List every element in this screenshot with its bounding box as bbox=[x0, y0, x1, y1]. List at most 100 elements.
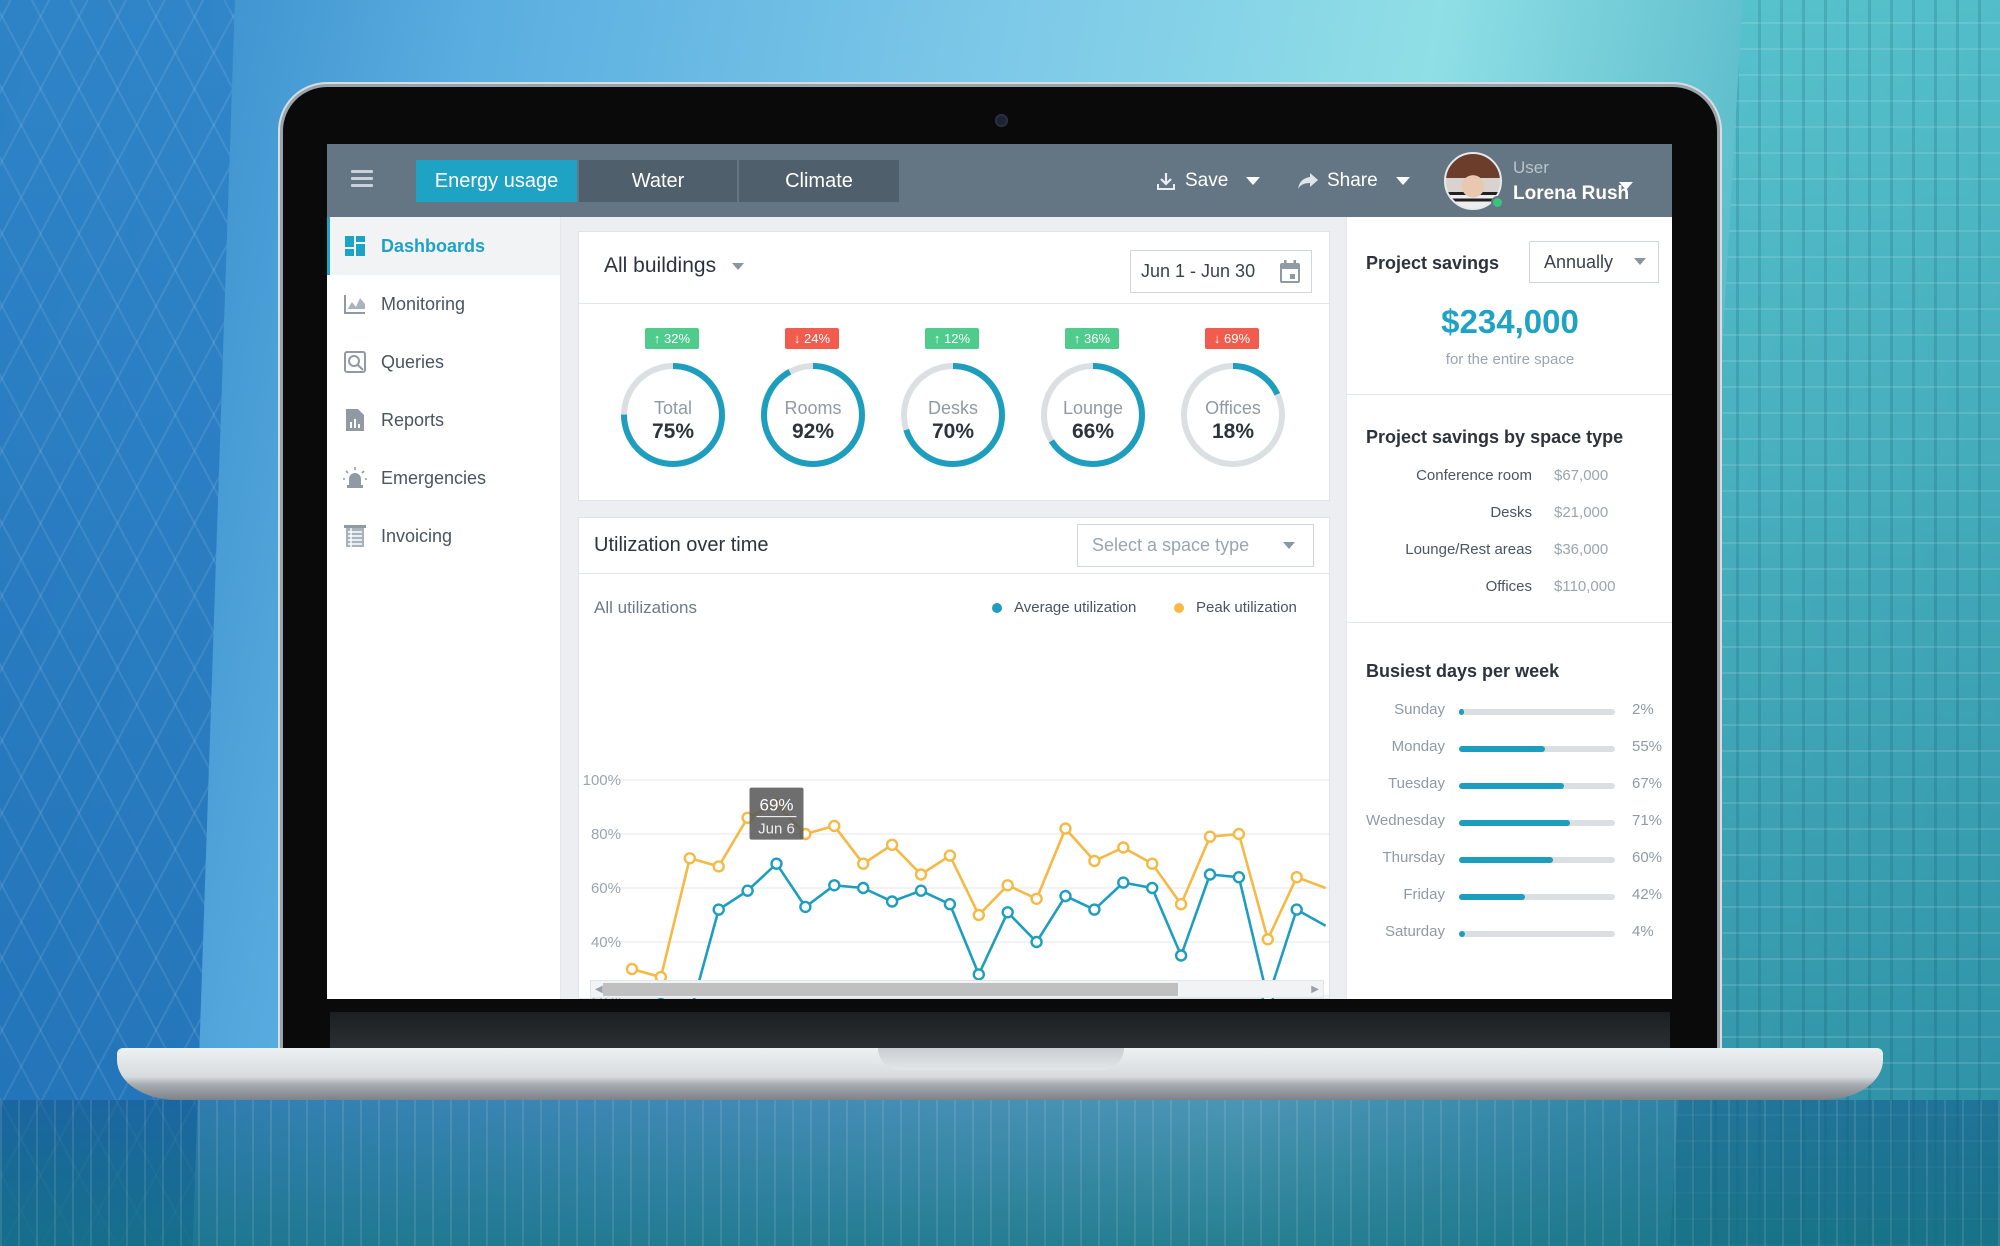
data-point[interactable] bbox=[943, 898, 957, 911]
data-point[interactable] bbox=[972, 968, 985, 981]
gauge-rooms[interactable]: ↓ 24% Rooms 92% bbox=[755, 304, 875, 502]
data-point[interactable] bbox=[712, 860, 725, 873]
data-point[interactable] bbox=[799, 900, 812, 914]
gauge-value: 66% bbox=[1071, 420, 1115, 443]
data-point[interactable] bbox=[1088, 903, 1101, 916]
data-point[interactable] bbox=[1030, 935, 1043, 949]
data-point[interactable] bbox=[1261, 933, 1274, 946]
data-point[interactable] bbox=[1174, 949, 1188, 962]
data-point[interactable] bbox=[1203, 868, 1217, 881]
tab-water[interactable]: Water bbox=[579, 160, 737, 202]
legend-peak[interactable]: Peak utilization bbox=[1174, 599, 1297, 616]
data-point[interactable] bbox=[914, 868, 928, 881]
chart-horizontal-scrollbar[interactable]: ◀ ▶ bbox=[590, 980, 1324, 998]
day-row-saturday: Saturday 4% bbox=[1347, 923, 1672, 945]
data-point[interactable] bbox=[857, 857, 870, 870]
sidebar-item-reports[interactable]: Reports bbox=[327, 391, 560, 449]
sidebar-item-monitoring[interactable]: Monitoring bbox=[327, 275, 560, 333]
data-point[interactable] bbox=[1174, 898, 1188, 911]
data-point[interactable] bbox=[1232, 827, 1246, 841]
sidebar-item-dashboards[interactable]: Dashboards bbox=[327, 217, 560, 275]
savings-type-value: $67,000 bbox=[1554, 467, 1609, 484]
data-point[interactable] bbox=[741, 884, 754, 897]
chevron-down-icon bbox=[1634, 258, 1646, 265]
data-point[interactable] bbox=[1117, 841, 1130, 854]
calendar-icon[interactable] bbox=[1279, 260, 1301, 284]
data-point[interactable] bbox=[1146, 857, 1159, 870]
overview-card: All buildings Jun 1 - Jun 30 ↑ 32% Total 7… bbox=[578, 231, 1330, 501]
data-point[interactable] bbox=[683, 852, 697, 865]
sidebar-item-label: Dashboards bbox=[381, 235, 486, 256]
day-bar-track bbox=[1459, 857, 1615, 863]
hamburger-icon[interactable] bbox=[351, 170, 373, 188]
sidebar-item-label: Emergencies bbox=[381, 467, 487, 488]
gauge-desks[interactable]: ↑ 12% Desks 70% bbox=[895, 304, 1015, 502]
scroll-thumb[interactable] bbox=[603, 983, 1179, 996]
data-point[interactable] bbox=[1030, 892, 1043, 905]
data-point[interactable] bbox=[1088, 854, 1101, 868]
y-tick-label: 100% bbox=[583, 772, 621, 789]
legend-average[interactable]: Average utilization bbox=[992, 599, 1136, 616]
period-select[interactable]: Annually bbox=[1529, 241, 1659, 283]
day-bar-fill bbox=[1459, 783, 1564, 789]
data-point[interactable] bbox=[943, 849, 957, 862]
data-point[interactable] bbox=[1146, 881, 1159, 895]
data-point[interactable] bbox=[1203, 830, 1217, 843]
gauge-value: 70% bbox=[931, 420, 975, 443]
day-bar-track bbox=[1459, 894, 1615, 900]
data-point[interactable] bbox=[1290, 871, 1303, 884]
day-value: 2% bbox=[1632, 701, 1654, 718]
save-button[interactable]: Save bbox=[1155, 166, 1261, 196]
data-point[interactable] bbox=[770, 857, 783, 870]
data-point[interactable] bbox=[1001, 879, 1014, 892]
building-select-value: All buildings bbox=[604, 254, 717, 277]
camera-icon bbox=[995, 114, 1008, 127]
gauge-lounge[interactable]: ↑ 36% Lounge 66% bbox=[1035, 304, 1155, 502]
background-reflection bbox=[0, 1100, 2000, 1246]
data-point[interactable] bbox=[1059, 822, 1072, 835]
day-label: Wednesday bbox=[1366, 812, 1445, 829]
data-point[interactable] bbox=[972, 908, 985, 922]
data-point[interactable] bbox=[914, 884, 928, 897]
data-point[interactable] bbox=[828, 819, 841, 833]
data-point[interactable] bbox=[828, 879, 841, 892]
user-menu-toggle[interactable] bbox=[1619, 177, 1633, 195]
space-type-select[interactable]: Select a space type bbox=[1077, 524, 1314, 567]
gauge-offices[interactable]: ↓ 69% Offices 18% bbox=[1175, 304, 1295, 502]
search-box-icon bbox=[343, 350, 367, 374]
utilization-chart: 20%40%60%80%100%June01020304050607080910… bbox=[583, 772, 1329, 999]
day-row-monday: Monday 55% bbox=[1347, 738, 1672, 760]
scroll-right-arrow-icon[interactable]: ▶ bbox=[1311, 984, 1319, 995]
savings-type-value: $110,000 bbox=[1554, 578, 1616, 595]
tab-energy-usage[interactable]: Energy usage bbox=[416, 160, 577, 202]
date-range-picker[interactable]: Jun 1 - Jun 30 bbox=[1130, 250, 1312, 293]
data-point[interactable] bbox=[712, 903, 725, 916]
scroll-left-arrow-icon[interactable]: ◀ bbox=[595, 984, 603, 995]
save-label: Save bbox=[1185, 170, 1229, 191]
busiest-days-title: Busiest days per week bbox=[1366, 661, 1560, 681]
day-bar-track bbox=[1459, 820, 1615, 826]
data-point[interactable] bbox=[1117, 876, 1130, 889]
data-point[interactable] bbox=[625, 962, 639, 976]
sidebar-item-invoicing[interactable]: Invoicing bbox=[327, 507, 560, 565]
data-point[interactable] bbox=[1232, 871, 1246, 884]
data-point[interactable] bbox=[1059, 889, 1072, 903]
building-select[interactable]: All buildings bbox=[604, 254, 745, 278]
sidebar-item-emergencies[interactable]: Emergencies bbox=[327, 449, 560, 507]
data-point[interactable] bbox=[885, 838, 899, 851]
tab-climate[interactable]: Climate bbox=[739, 160, 899, 202]
share-button[interactable]: Share bbox=[1297, 166, 1410, 196]
sidebar-item-queries[interactable]: Queries bbox=[327, 333, 560, 391]
series-line bbox=[631, 802, 1327, 979]
laptop-hinge bbox=[330, 1012, 1670, 1050]
data-point[interactable] bbox=[1001, 906, 1014, 919]
data-point[interactable] bbox=[885, 895, 899, 908]
data-point[interactable] bbox=[857, 881, 870, 895]
gauge-label: Rooms bbox=[784, 398, 842, 418]
invoice-list-icon bbox=[343, 524, 367, 548]
change-badge: ↑ 32% bbox=[645, 328, 699, 349]
day-value: 60% bbox=[1632, 849, 1663, 866]
data-point[interactable] bbox=[1290, 903, 1303, 916]
online-status-dot bbox=[1491, 196, 1504, 209]
gauge-total[interactable]: ↑ 32% Total 75% bbox=[615, 304, 735, 502]
